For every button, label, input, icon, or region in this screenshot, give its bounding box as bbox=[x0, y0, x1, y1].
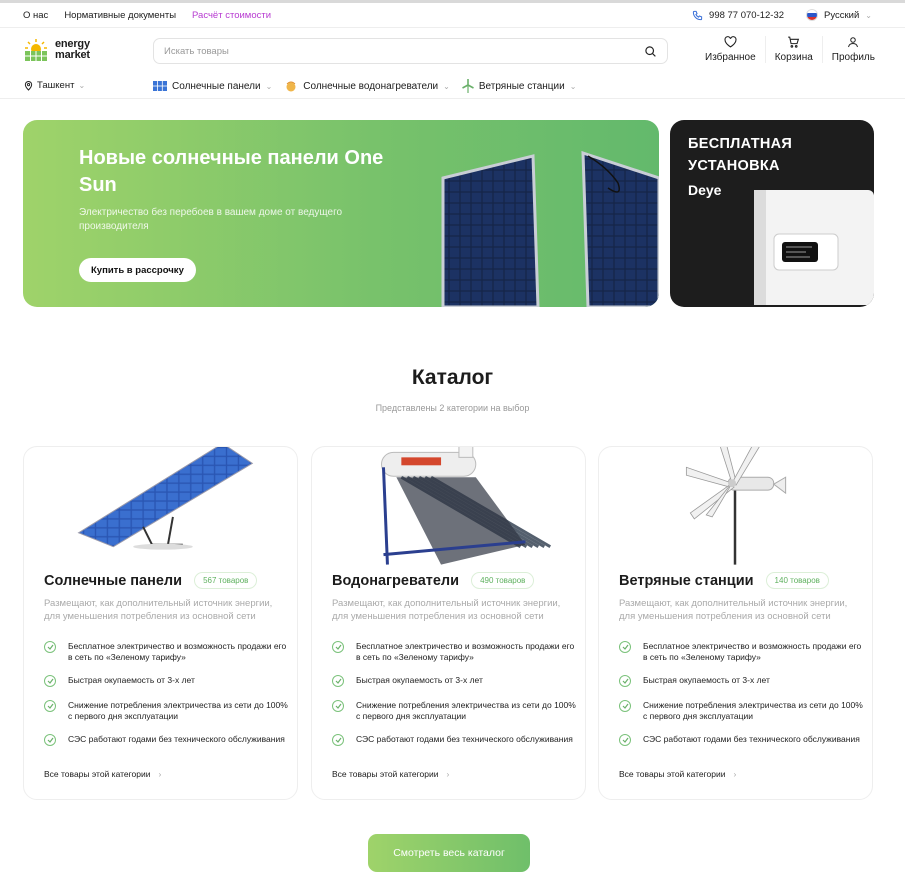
favorites-button[interactable]: Избранное bbox=[696, 36, 766, 63]
header-actions: Избранное Корзина Профиль bbox=[696, 36, 884, 63]
check-icon bbox=[619, 734, 631, 746]
chevron-down-icon: ⌄ bbox=[78, 81, 86, 90]
feature-item: СЭС работают годами без технического обс… bbox=[44, 734, 289, 746]
check-icon bbox=[619, 700, 631, 712]
nav-water-heaters[interactable]: Солнечные водонагреватели ⌄ bbox=[284, 81, 450, 92]
category-nav: Ташкент ⌄ Солнечные панели ⌄ Солнечные в… bbox=[0, 74, 905, 99]
card-title-row: Водонагреватели 490 товаров bbox=[332, 572, 535, 589]
top-bar: О нас Нормативные документы Расчёт стоим… bbox=[0, 0, 905, 28]
feature-item: Снижение потребления электричества из се… bbox=[332, 700, 577, 722]
feature-item: Снижение потребления электричества из се… bbox=[44, 700, 289, 722]
user-icon bbox=[848, 37, 859, 48]
all-products-link[interactable]: Все товары этой категории › bbox=[332, 769, 449, 779]
feature-item: Быстрая окупаемость от 3-х лет bbox=[619, 675, 864, 687]
hero-banner[interactable]: Новые солнечные панели One Sun Электриче… bbox=[23, 120, 659, 307]
search-icon[interactable] bbox=[644, 45, 657, 58]
location-icon bbox=[24, 81, 33, 91]
all-products-link[interactable]: Все товары этой категории › bbox=[44, 769, 161, 779]
hero-solar-panels-image bbox=[441, 150, 659, 307]
chevron-down-icon: ⌄ bbox=[265, 81, 273, 91]
product-count-badge: 567 товаров bbox=[194, 572, 258, 589]
promo-free-installation[interactable]: БЕСПЛАТНАЯ УСТАНОВКА Deye bbox=[670, 120, 874, 307]
category-card-wind-stations[interactable]: Ветряные станции 140 товаров Размещают, … bbox=[598, 446, 873, 800]
promo-brand: Deye bbox=[688, 182, 722, 198]
check-icon bbox=[44, 675, 56, 687]
chevron-right-icon: › bbox=[158, 769, 162, 779]
solar-panel-product-image bbox=[77, 447, 254, 550]
nav-wind-stations[interactable]: Ветряные станции ⌄ bbox=[461, 79, 577, 93]
check-icon bbox=[619, 675, 631, 687]
header: energy market Избранное Корзина Профиль bbox=[0, 28, 905, 74]
chevron-down-icon: ⌄ bbox=[569, 81, 577, 91]
hero-subtitle: Электричество без перебоев в вашем доме … bbox=[79, 207, 343, 232]
logo-text: energy market bbox=[55, 38, 90, 61]
card-title: Водонагреватели bbox=[332, 572, 460, 589]
search-input[interactable] bbox=[164, 45, 644, 57]
card-title: Солнечные панели bbox=[44, 572, 183, 589]
wind-icon bbox=[461, 79, 474, 93]
language-label: Русский bbox=[824, 9, 860, 21]
product-count-badge: 140 товаров bbox=[765, 572, 829, 589]
check-icon bbox=[44, 641, 56, 653]
language-selector[interactable]: Русский ⌄ bbox=[806, 9, 872, 21]
profile-button[interactable]: Профиль bbox=[823, 36, 884, 63]
logo[interactable]: energy market bbox=[23, 38, 90, 62]
water-heater-product-image bbox=[380, 447, 552, 565]
phone-link[interactable]: 998 77 070-12-32 bbox=[692, 10, 784, 21]
feature-item: Бесплатное электричество и возможность п… bbox=[44, 641, 289, 663]
city-selector[interactable]: Ташкент ⌄ bbox=[24, 80, 85, 91]
feature-item: Снижение потребления электричества из се… bbox=[619, 700, 864, 722]
product-count-badge: 490 товаров bbox=[471, 572, 535, 589]
logo-sun-icon bbox=[25, 39, 47, 61]
wind-turbine-product-image bbox=[685, 447, 787, 565]
chevron-right-icon: › bbox=[733, 769, 737, 779]
phone-number: 998 77 070-12-32 bbox=[709, 9, 785, 21]
search-box bbox=[153, 38, 668, 64]
solar-panel-icon bbox=[153, 81, 167, 91]
feature-item: СЭС работают годами без технического обс… bbox=[332, 734, 577, 746]
card-description: Размещают, как дополнительный источник э… bbox=[44, 598, 273, 622]
check-icon bbox=[332, 734, 344, 746]
card-title-row: Солнечные панели 567 товаров bbox=[44, 572, 258, 589]
category-card-solar-panels[interactable]: Солнечные панели 567 товаров Размещают, … bbox=[23, 446, 298, 800]
link-cost-calc[interactable]: Расчёт стоимости bbox=[192, 10, 271, 21]
check-icon bbox=[332, 700, 344, 712]
check-icon bbox=[44, 700, 56, 712]
feature-item: Быстрая окупаемость от 3-х лет bbox=[332, 675, 577, 687]
feature-item: СЭС работают годами без технического обс… bbox=[619, 734, 864, 746]
link-about[interactable]: О нас bbox=[23, 10, 48, 21]
feature-item: Бесплатное электричество и возможность п… bbox=[619, 641, 864, 663]
category-card-water-heaters[interactable]: Водонагреватели 490 товаров Размещают, к… bbox=[311, 446, 586, 800]
all-products-link[interactable]: Все товары этой категории › bbox=[619, 769, 736, 779]
card-description: Размещают, как дополнительный источник э… bbox=[332, 598, 561, 622]
chevron-down-icon: ⌄ bbox=[443, 81, 450, 91]
phone-icon bbox=[692, 10, 703, 20]
check-icon bbox=[619, 641, 631, 653]
top-links: О нас Нормативные документы Расчёт стоим… bbox=[23, 10, 271, 21]
flag-icon bbox=[806, 9, 819, 21]
card-title-row: Ветряные станции 140 товаров bbox=[619, 572, 829, 589]
heart-icon bbox=[724, 36, 737, 48]
card-title: Ветряные станции bbox=[619, 572, 754, 589]
feature-item: Бесплатное электричество и возможность п… bbox=[332, 641, 577, 663]
chevron-down-icon: ⌄ bbox=[865, 10, 872, 20]
chevron-right-icon: › bbox=[446, 769, 450, 779]
inverter-image bbox=[754, 190, 874, 305]
buy-installment-button[interactable]: Купить в рассрочку bbox=[79, 258, 196, 282]
check-icon bbox=[44, 734, 56, 746]
card-description: Размещают, как дополнительный источник э… bbox=[619, 598, 848, 622]
check-icon bbox=[332, 675, 344, 687]
hero-title: Новые солнечные панели One Sun bbox=[79, 147, 384, 196]
feature-item: Быстрая окупаемость от 3-х лет bbox=[44, 675, 289, 687]
catalog-subtitle: Представлены 2 категории на выбор bbox=[375, 403, 530, 413]
catalog-title: Каталог bbox=[411, 366, 494, 389]
cart-icon bbox=[788, 36, 800, 48]
cart-button[interactable]: Корзина bbox=[766, 36, 823, 63]
promo-title: БЕСПЛАТНАЯ УСТАНОВКА bbox=[688, 136, 793, 174]
link-normative-docs[interactable]: Нормативные документы bbox=[64, 10, 176, 21]
nav-solar-panels[interactable]: Солнечные панели ⌄ bbox=[153, 81, 272, 92]
water-heater-icon bbox=[286, 81, 296, 91]
view-full-catalog-button[interactable]: Смотреть весь каталог bbox=[368, 834, 530, 872]
check-icon bbox=[332, 641, 344, 653]
